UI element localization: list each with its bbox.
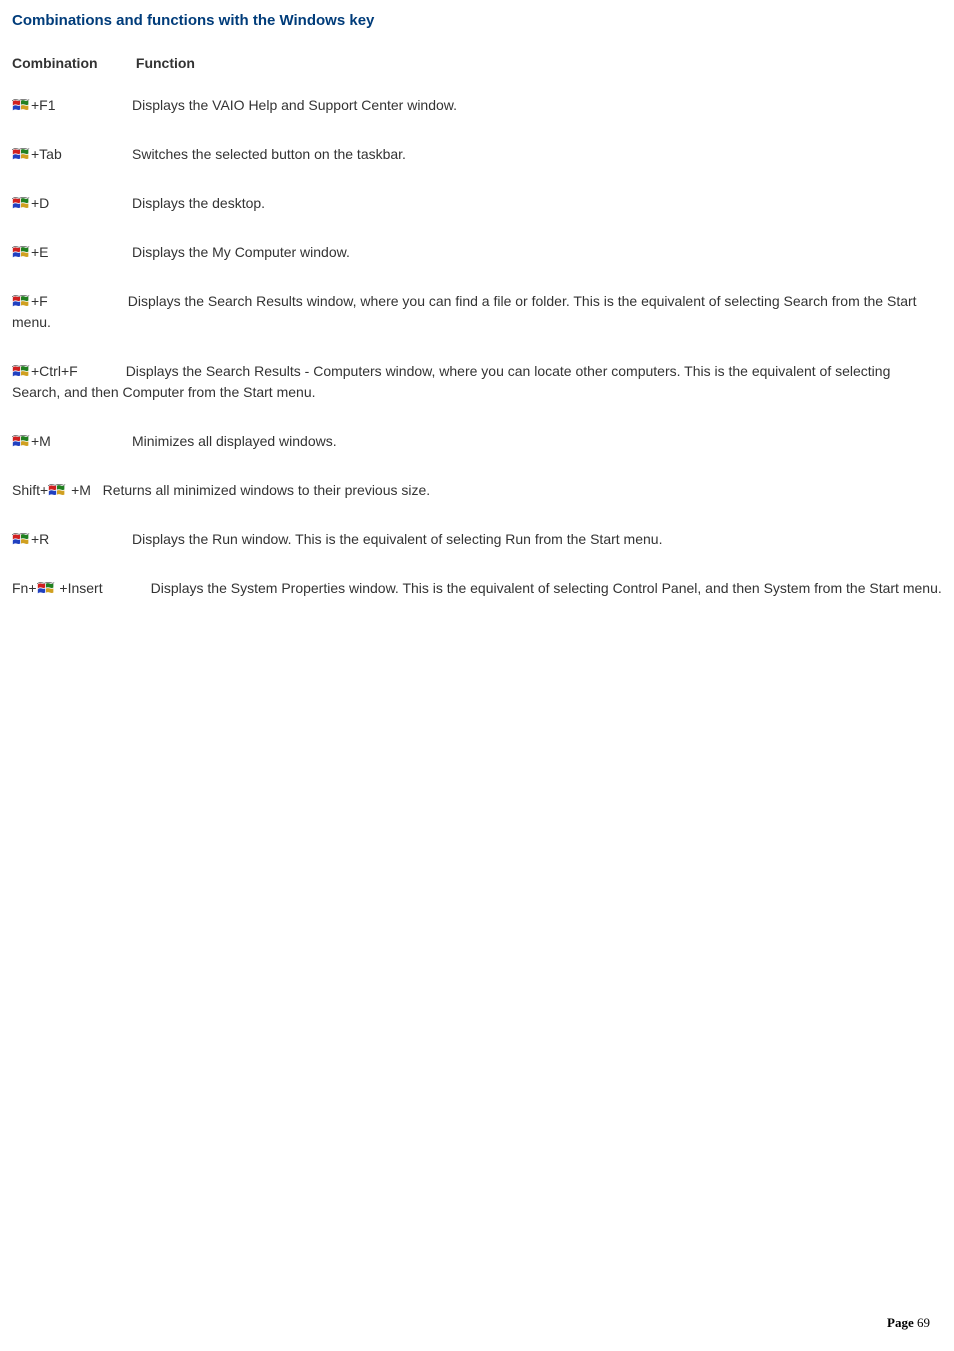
table-row: Shift+ +M Returns all minimized windows … bbox=[12, 480, 942, 501]
combination-cell: +D bbox=[12, 193, 132, 214]
function-cell: Displays the VAIO Help and Support Cente… bbox=[132, 97, 457, 113]
table-row: +F1 Displays the VAIO Help and Support Ce… bbox=[12, 95, 942, 116]
combo-suffix: +Insert bbox=[56, 580, 103, 596]
page-title: Combinations and functions with the Wind… bbox=[12, 12, 942, 29]
function-cell: Switches the selected button on the task… bbox=[132, 146, 406, 162]
page-num-value: 69 bbox=[917, 1315, 930, 1330]
table-row: +E Displays the My Computer window. bbox=[12, 242, 942, 263]
windows-key-icon bbox=[12, 196, 30, 211]
combination-cell: +R bbox=[12, 529, 132, 550]
combination-cell: +E bbox=[12, 242, 132, 263]
windows-key-icon bbox=[12, 532, 30, 547]
table-row: +R Displays the Run window. This is the e… bbox=[12, 529, 942, 550]
table-row: +M Minimizes all displayed windows. bbox=[12, 431, 942, 452]
function-cell: Displays the Search Results window, wher… bbox=[12, 293, 917, 330]
function-cell: Displays the Search Results - Computers … bbox=[12, 363, 890, 400]
table-row: +Tab Switches the selected button on the … bbox=[12, 144, 942, 165]
combo-suffix: +E bbox=[31, 244, 49, 260]
windows-key-icon bbox=[12, 364, 30, 379]
combo-suffix: +Tab bbox=[31, 146, 62, 162]
combo-suffix: +R bbox=[31, 531, 49, 547]
windows-key-icon bbox=[12, 294, 30, 309]
header-combination: Combination bbox=[12, 55, 132, 71]
combo-suffix: +F bbox=[31, 293, 48, 309]
windows-key-icon bbox=[12, 434, 30, 449]
combo-suffix: +Ctrl+F bbox=[31, 363, 78, 379]
combination-cell: +M bbox=[12, 431, 132, 452]
table-row: +D Displays the desktop. bbox=[12, 193, 942, 214]
function-cell: Displays the Run window. This is the equ… bbox=[132, 531, 662, 547]
combination-cell: +F1 bbox=[12, 95, 132, 116]
function-cell: Displays the System Properties window. T… bbox=[151, 580, 942, 596]
windows-key-icon bbox=[12, 147, 30, 162]
combination-cell: +Tab bbox=[12, 144, 132, 165]
combo-prefix: Fn+ bbox=[12, 580, 37, 596]
windows-key-icon bbox=[12, 98, 30, 113]
table-row: +Ctrl+FDisplays the Search Results - Com… bbox=[12, 361, 942, 403]
function-cell: Displays the My Computer window. bbox=[132, 244, 350, 260]
windows-key-icon bbox=[37, 581, 55, 596]
combo-suffix: +M bbox=[67, 482, 91, 498]
function-cell: Minimizes all displayed windows. bbox=[132, 433, 337, 449]
table-row: +FDisplays the Search Results window, wh… bbox=[12, 291, 942, 333]
header-function: Function bbox=[136, 55, 195, 71]
combo-suffix: +F1 bbox=[31, 97, 56, 113]
table-row: Fn+ +Insert Displays the System Propertie… bbox=[12, 578, 942, 599]
function-cell: Displays the desktop. bbox=[132, 195, 265, 211]
page-label: Page bbox=[887, 1315, 914, 1330]
page-number: Page 69 bbox=[887, 1315, 930, 1331]
windows-key-icon bbox=[48, 483, 66, 498]
combo-prefix: Shift+ bbox=[12, 482, 48, 498]
table-header-row: Combination Function bbox=[12, 55, 942, 71]
function-cell: Returns all minimized windows to their p… bbox=[103, 482, 431, 498]
combo-suffix: +M bbox=[31, 433, 51, 449]
windows-key-icon bbox=[12, 245, 30, 260]
combo-suffix: +D bbox=[31, 195, 49, 211]
